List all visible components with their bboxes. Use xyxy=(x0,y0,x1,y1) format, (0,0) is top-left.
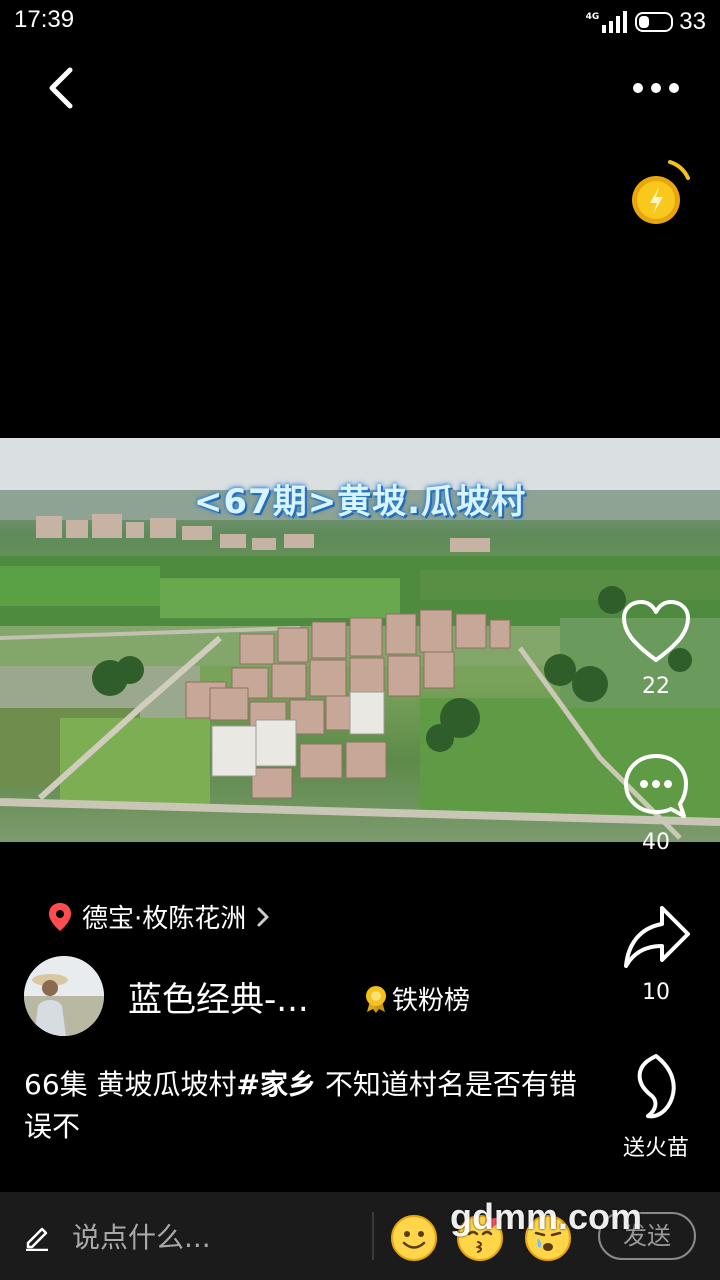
author-avatar[interactable] xyxy=(24,956,104,1036)
avatar-image xyxy=(24,956,104,1036)
like-action[interactable]: 22 xyxy=(611,598,701,699)
signal-icon xyxy=(602,11,628,33)
fans-rank-badge[interactable]: 铁粉榜 xyxy=(364,980,470,1017)
status-time: 17:39 xyxy=(14,6,75,33)
status-indicators: 4G 33 xyxy=(586,8,706,36)
comment-placeholder: 说点什么... xyxy=(72,1221,211,1254)
coin-reward-button[interactable] xyxy=(626,156,696,232)
caption-prefix: 66集 黄坡瓜坡村 xyxy=(24,1068,237,1101)
pencil-icon xyxy=(26,1227,48,1251)
location-tag[interactable]: 德宝·枚陈花洲 xyxy=(48,898,270,935)
coin-icon xyxy=(632,160,690,224)
comment-action[interactable]: 40 xyxy=(611,750,701,855)
flame-icon xyxy=(637,1054,676,1119)
battery-icon xyxy=(635,12,674,32)
comment-count: 40 xyxy=(642,830,670,855)
comment-input[interactable]: 说点什么... xyxy=(22,1216,211,1256)
battery-fill xyxy=(639,16,650,28)
share-icon xyxy=(624,906,690,968)
network-label: 4G xyxy=(585,11,600,22)
heart-icon xyxy=(622,600,690,662)
smile-emoji-icon xyxy=(391,1215,437,1261)
video-caption: 66集 黄坡瓜坡村#家乡 不知道村名是否有错误不 xyxy=(24,1064,584,1148)
watermark: gdmm.com xyxy=(450,1196,643,1237)
back-icon xyxy=(49,67,73,109)
gift-label: 送火苗 xyxy=(622,1136,689,1161)
location-text: 德宝·枚陈花洲 xyxy=(82,904,247,934)
smile-emoji-button[interactable] xyxy=(390,1214,438,1262)
share-count: 10 xyxy=(642,980,670,1005)
chevron-right-icon xyxy=(257,907,269,926)
divider xyxy=(372,1212,374,1260)
comment-icon xyxy=(624,754,688,818)
video-overlay-title: <67期>黄坡.瓜坡村 xyxy=(193,482,527,522)
fans-rank-label: 铁粉榜 xyxy=(392,986,471,1016)
location-pin-icon xyxy=(49,902,71,931)
back-button[interactable] xyxy=(40,64,84,112)
author-name[interactable]: 蓝色经典-... xyxy=(128,972,309,1021)
more-icon xyxy=(633,83,679,93)
gift-action[interactable]: 送火苗 xyxy=(611,1052,701,1162)
medal-icon xyxy=(366,985,386,1013)
share-action[interactable]: 10 xyxy=(611,902,701,1005)
status-bar: 17:39 4G 33 xyxy=(0,0,720,40)
like-count: 22 xyxy=(642,674,670,699)
battery-percent: 33 xyxy=(679,8,706,35)
more-button[interactable] xyxy=(626,72,686,104)
caption-hashtag[interactable]: #家乡 xyxy=(237,1068,316,1101)
